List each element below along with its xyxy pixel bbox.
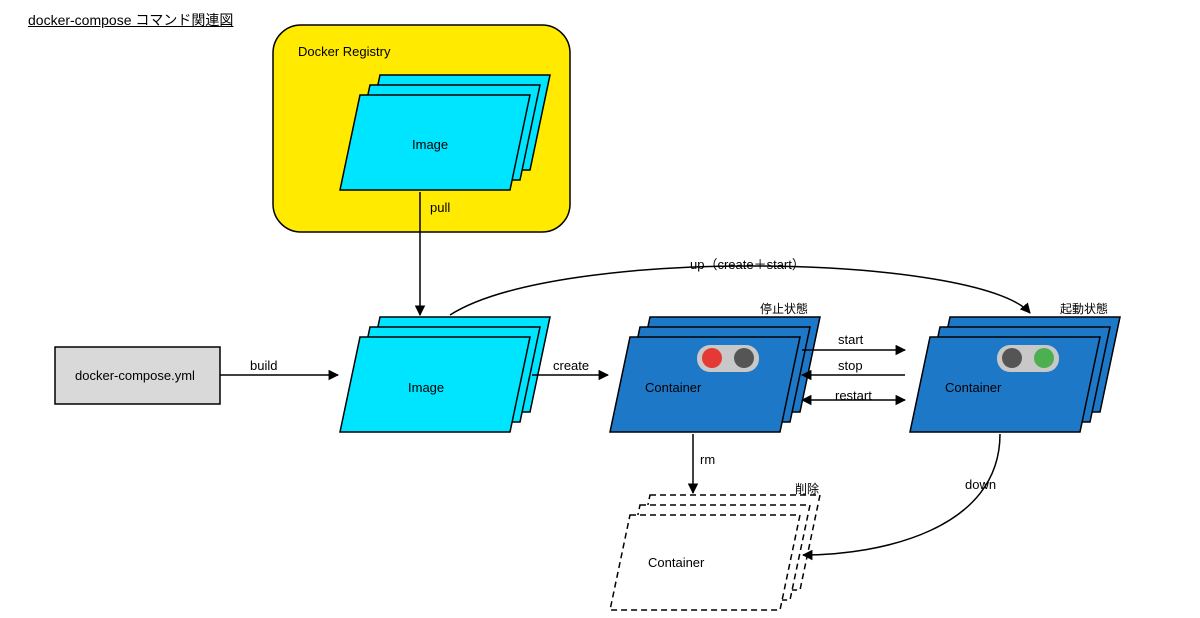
container-deleted-stack bbox=[610, 495, 820, 610]
label-up: up（create＋start） bbox=[690, 254, 805, 273]
local-image-stack bbox=[340, 317, 550, 432]
label-create: create bbox=[553, 358, 589, 373]
container-stopped-title: 停止状態 bbox=[760, 300, 808, 317]
local-image-label: Image bbox=[408, 380, 444, 395]
container-deleted-label: Container bbox=[648, 555, 704, 570]
label-rm: rm bbox=[700, 452, 715, 467]
arrow-down bbox=[803, 434, 1000, 555]
container-running-title: 起動状態 bbox=[1060, 300, 1108, 317]
diagram-canvas bbox=[0, 0, 1200, 618]
container-stopped-stack bbox=[610, 317, 820, 432]
container-running-stack bbox=[910, 317, 1120, 432]
registry-image-label: Image bbox=[412, 137, 448, 152]
diagram-title: docker-compose コマンド関連図 bbox=[28, 10, 233, 30]
label-stop: stop bbox=[838, 358, 863, 373]
yml-file-label: docker-compose.yml bbox=[75, 368, 195, 383]
label-restart: restart bbox=[835, 388, 872, 403]
container-stopped-label: Container bbox=[645, 380, 701, 395]
registry-title: Docker Registry bbox=[298, 44, 390, 59]
label-down: down bbox=[965, 477, 996, 492]
registry-image-stack bbox=[340, 75, 550, 190]
label-build: build bbox=[250, 358, 277, 373]
container-running-label: Container bbox=[945, 380, 1001, 395]
container-deleted-title: 削除 bbox=[795, 480, 819, 497]
label-start: start bbox=[838, 332, 863, 347]
arrow-up bbox=[450, 266, 1030, 315]
label-pull: pull bbox=[430, 200, 450, 215]
